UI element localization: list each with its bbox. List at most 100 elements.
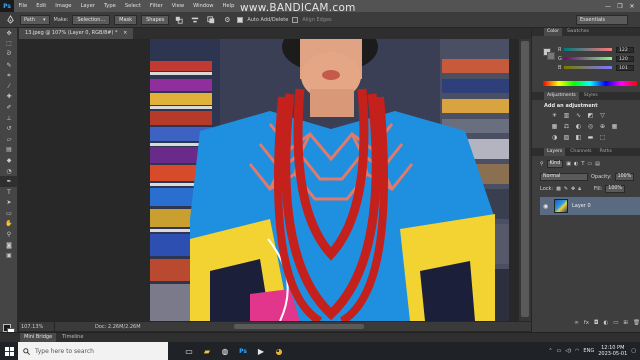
threshold-icon[interactable]: ◧ (574, 133, 583, 141)
taskbar-clock[interactable]: 12:10 PM 2023-05-01 (598, 345, 627, 357)
tab-paths[interactable]: Paths (596, 148, 615, 156)
brush-tool-icon[interactable]: ✐ (0, 102, 18, 113)
screen-mode-icon[interactable]: ▣ (0, 250, 18, 261)
move-tool-icon[interactable]: ✥ (0, 28, 18, 39)
hue-saturation-icon[interactable]: ▦ (550, 122, 559, 130)
slider-blue-value[interactable]: 101 (616, 64, 634, 71)
opacity-input[interactable]: 100% (614, 172, 635, 181)
path-arrangement-icon[interactable] (205, 14, 217, 25)
menu-edit[interactable]: Edit (32, 0, 51, 12)
canvas-area[interactable] (19, 39, 519, 321)
windows-start-button[interactable] (0, 342, 18, 360)
menu-type[interactable]: Type (99, 0, 120, 12)
hand-tool-icon[interactable]: ✋ (0, 219, 18, 230)
close-tab-icon[interactable]: × (123, 30, 127, 36)
menu-image[interactable]: Image (51, 0, 76, 12)
slider-blue-track[interactable] (564, 66, 612, 69)
volume-icon[interactable]: ◁) (565, 348, 571, 354)
slider-green-value[interactable]: 120 (616, 55, 634, 62)
document-tab[interactable]: 13.jpeg @ 107% (Layer 0, RGB/8#) * × (19, 28, 134, 39)
language-indicator[interactable]: ENG (583, 348, 594, 354)
horizontal-scroll-thumb[interactable] (234, 324, 364, 329)
chrome-icon[interactable]: ◕ (270, 342, 288, 360)
menu-view[interactable]: View (167, 0, 188, 12)
battery-icon[interactable]: ▭ (557, 348, 562, 354)
add-mask-icon[interactable]: ◘ (594, 320, 598, 326)
zoom-tool-icon[interactable]: ⚲ (0, 229, 18, 240)
task-view-icon[interactable]: ▭ (180, 342, 198, 360)
pen-tool-icon[interactable]: ✒ (0, 176, 18, 187)
history-brush-tool-icon[interactable]: ↺ (0, 123, 18, 134)
wifi-icon[interactable]: ◠ (575, 348, 579, 354)
layer-filter-kind-select[interactable]: Kind (546, 159, 564, 168)
marquee-tool-icon[interactable]: ⬚ (0, 39, 18, 50)
path-alignment-icon[interactable] (189, 14, 201, 25)
slider-red-track[interactable] (564, 48, 612, 51)
filter-shape-icon[interactable]: ▭ (587, 161, 592, 167)
posterize-icon[interactable]: ▨ (562, 133, 571, 141)
new-group-icon[interactable]: ▭ (613, 320, 618, 326)
tray-overflow-icon[interactable]: ⌃ (548, 348, 552, 354)
healing-brush-tool-icon[interactable]: ✚ (0, 92, 18, 103)
file-explorer-icon[interactable]: ▰ (198, 342, 216, 360)
brightness-contrast-icon[interactable]: ☀ (550, 111, 559, 119)
lock-position-icon[interactable]: ✥ (571, 186, 575, 192)
gradient-map-icon[interactable]: ▬ (586, 133, 595, 141)
selective-color-icon[interactable]: ⬚ (598, 133, 607, 141)
document-info[interactable]: Doc: 2.26M/2.26M (55, 322, 235, 332)
close-window-button[interactable]: ✕ (626, 0, 638, 12)
lasso-tool-icon[interactable]: ᘐ (0, 49, 18, 60)
new-adjustment-icon[interactable]: ◐ (603, 320, 608, 326)
blend-mode-select[interactable]: Normal (540, 172, 588, 181)
gradient-tool-icon[interactable]: ▤ (0, 145, 18, 156)
lock-pixels-icon[interactable]: ✎ (564, 186, 568, 192)
clone-stamp-tool-icon[interactable]: ⊥ (0, 113, 18, 124)
tab-timeline[interactable]: Timeline (58, 333, 87, 342)
filter-smart-object-icon[interactable]: ▤ (595, 161, 600, 167)
auto-add-delete-checkbox[interactable] (237, 16, 244, 23)
levels-icon[interactable]: ▥ (562, 111, 571, 119)
make-selection-button[interactable]: Selection... (72, 14, 111, 25)
make-shapes-button[interactable]: Shapes (141, 14, 170, 25)
lock-all-icon[interactable]: 🔒︎ (578, 186, 581, 192)
filter-pixel-icon[interactable]: ▣ (566, 161, 571, 167)
dodge-tool-icon[interactable]: ◔ (0, 166, 18, 177)
settings-gear-icon[interactable]: ⚙ (221, 14, 233, 25)
curves-icon[interactable]: ∿ (574, 111, 583, 119)
tab-swatches[interactable]: Swatches (564, 28, 592, 36)
vibrance-icon[interactable]: ▽ (598, 111, 607, 119)
filter-adjustment-icon[interactable]: ◐ (574, 161, 578, 167)
rectangle-tool-icon[interactable]: ▭ (0, 208, 18, 219)
color-panel-background-swatch[interactable] (547, 52, 555, 60)
eraser-tool-icon[interactable]: ▱ (0, 134, 18, 145)
photoshop-taskbar-icon[interactable]: Ps (234, 342, 252, 360)
workspace-select[interactable]: Essentials (576, 15, 628, 25)
slider-green-track[interactable] (564, 57, 612, 60)
color-balance-icon[interactable]: ⚖ (562, 122, 571, 130)
path-operations-icon[interactable] (173, 14, 185, 25)
type-tool-icon[interactable]: T (0, 187, 18, 198)
tab-color[interactable]: Color (544, 28, 562, 36)
link-layers-icon[interactable]: ∞ (574, 320, 579, 326)
zoom-level[interactable]: 107.13% (19, 321, 55, 332)
vertical-scroll-thumb[interactable] (521, 41, 529, 317)
channel-mixer-icon[interactable]: ⊕ (598, 122, 607, 130)
blur-tool-icon[interactable]: ◆ (0, 155, 18, 166)
delete-layer-icon[interactable]: 🗑︎ (633, 320, 640, 326)
whatsapp-icon[interactable]: ◍ (216, 342, 234, 360)
menu-file[interactable]: File (14, 0, 32, 12)
notifications-icon[interactable]: ▢ (631, 348, 636, 354)
invert-icon[interactable]: ◑ (550, 133, 559, 141)
document-image[interactable] (150, 39, 509, 321)
tab-layers[interactable]: Layers (544, 148, 566, 156)
new-layer-icon[interactable]: ⊞ (623, 320, 628, 326)
tab-styles[interactable]: Styles (581, 92, 601, 100)
visibility-eye-icon[interactable]: ◉ (543, 203, 550, 210)
pen-tool-icon[interactable] (4, 14, 16, 25)
quick-select-tool-icon[interactable]: ✎ (0, 60, 18, 71)
fill-input[interactable]: 100% (605, 184, 625, 193)
slider-red[interactable]: R 122 (558, 46, 640, 53)
color-lookup-icon[interactable]: ▦ (610, 122, 619, 130)
slider-red-value[interactable]: 122 (616, 46, 634, 53)
crop-tool-icon[interactable]: ⌗ (0, 70, 18, 81)
